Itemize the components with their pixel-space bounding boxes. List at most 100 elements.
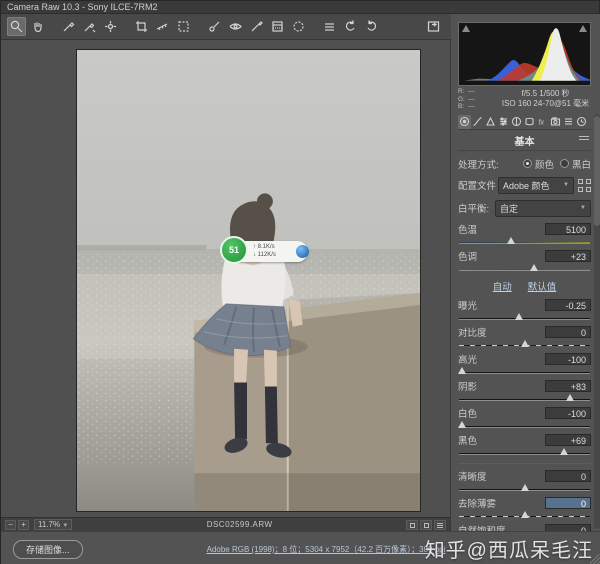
slider-label: 阴影 bbox=[458, 379, 477, 393]
slider-temperature: 色温 5100 bbox=[458, 222, 591, 244]
clarity-value-field[interactable]: 0 bbox=[545, 470, 591, 482]
tint-value-field[interactable]: +23 bbox=[545, 250, 591, 262]
contrast-slider[interactable] bbox=[459, 345, 590, 347]
highlight-clipping-icon[interactable] bbox=[579, 25, 587, 32]
auto-link[interactable]: 自动 bbox=[493, 279, 512, 293]
histogram bbox=[458, 22, 591, 86]
download-speed: ↓ 112K/s bbox=[253, 251, 276, 259]
whites-slider[interactable] bbox=[459, 426, 590, 428]
transform-tool-icon[interactable] bbox=[174, 17, 193, 36]
tab-effects[interactable]: fx bbox=[536, 115, 549, 129]
panel-scrollbar-thumb[interactable] bbox=[594, 116, 600, 226]
red-eye-tool-icon[interactable] bbox=[226, 17, 245, 36]
slider-label: 色调 bbox=[458, 249, 477, 263]
r-value: — bbox=[468, 88, 478, 96]
slider-label: 曝光 bbox=[458, 298, 477, 312]
tab-detail[interactable] bbox=[484, 115, 497, 129]
process-bw-radio[interactable] bbox=[560, 159, 569, 168]
dehaze-slider[interactable] bbox=[459, 516, 590, 518]
highlights-slider[interactable] bbox=[459, 372, 590, 374]
process-mode-row: 处理方式: 颜色 黑白 bbox=[458, 157, 591, 171]
filename-label: DSC02599.ARW bbox=[75, 520, 404, 529]
process-color-label[interactable]: 颜色 bbox=[535, 157, 554, 171]
white-balance-tool-icon[interactable] bbox=[59, 17, 78, 36]
preferences-icon[interactable] bbox=[320, 17, 339, 36]
process-bw-label[interactable]: 黑白 bbox=[572, 157, 591, 171]
shadows-value-field[interactable]: +83 bbox=[545, 380, 591, 392]
spot-removal-tool-icon[interactable] bbox=[205, 17, 224, 36]
hand-tool-icon[interactable] bbox=[28, 17, 47, 36]
dehaze-value-field[interactable]: 0 bbox=[545, 497, 591, 509]
process-color-radio[interactable] bbox=[523, 159, 532, 168]
profile-dropdown[interactable]: Adobe 颜色▼ bbox=[498, 177, 574, 194]
sticker-blue-icon bbox=[296, 245, 309, 258]
blacks-value-field[interactable]: +69 bbox=[545, 434, 591, 446]
svg-text:fx: fx bbox=[539, 120, 545, 127]
tab-tone-curve[interactable] bbox=[471, 115, 484, 129]
white-balance-label: 白平衡: bbox=[458, 201, 495, 215]
g-value: — bbox=[468, 96, 478, 104]
white-balance-row: 白平衡: 自定▼ bbox=[458, 200, 591, 217]
shadows-slider[interactable] bbox=[459, 399, 590, 401]
slider-label: 色温 bbox=[458, 222, 477, 236]
tab-presets[interactable] bbox=[562, 115, 575, 129]
straighten-tool-icon[interactable] bbox=[153, 17, 172, 36]
exposure-value-field[interactable]: -0.25 bbox=[545, 299, 591, 311]
graduated-filter-tool-icon[interactable] bbox=[268, 17, 287, 36]
exif-info: R:— G:— B:— f/5.5 1/500 秒 ISO 160 24-70@… bbox=[458, 88, 591, 111]
preview-toggle-icon[interactable] bbox=[406, 520, 418, 530]
photo-preview[interactable]: ↑ 8.1K/s ↓ 112K/s 51 bbox=[76, 49, 421, 512]
b-value: — bbox=[468, 103, 478, 111]
tab-snapshots[interactable] bbox=[575, 115, 588, 129]
blacks-slider[interactable] bbox=[459, 453, 590, 455]
rotate-left-icon[interactable] bbox=[341, 17, 360, 36]
tab-camera-calibration[interactable] bbox=[549, 115, 562, 129]
shadow-clipping-icon[interactable] bbox=[462, 25, 470, 32]
slider-highlights: 高光-100 bbox=[458, 352, 591, 374]
slider-label: 清晰度 bbox=[458, 469, 487, 483]
adjustment-brush-tool-icon[interactable] bbox=[247, 17, 266, 36]
panel-menu-icon[interactable] bbox=[579, 134, 589, 141]
rotate-right-icon[interactable] bbox=[362, 17, 381, 36]
zoom-out-button[interactable]: − bbox=[5, 520, 16, 530]
toolbar bbox=[1, 14, 451, 40]
tint-slider[interactable] bbox=[459, 269, 590, 271]
adjustments-panel: R:— G:— B:— f/5.5 1/500 秒 ISO 160 24-70@… bbox=[452, 14, 600, 531]
temperature-slider[interactable] bbox=[459, 242, 590, 244]
preview-settings-menu-icon[interactable] bbox=[434, 520, 446, 530]
save-image-button[interactable]: 存储图像... bbox=[13, 540, 83, 559]
resize-grip[interactable] bbox=[590, 554, 600, 564]
white-balance-dropdown[interactable]: 自定▼ bbox=[495, 200, 591, 217]
exposure-slider[interactable] bbox=[459, 318, 590, 320]
zoom-tool-icon[interactable] bbox=[7, 17, 26, 36]
section-divider bbox=[458, 463, 591, 464]
image-canvas-area: ↑ 8.1K/s ↓ 112K/s 51 bbox=[1, 40, 451, 517]
zoom-in-button[interactable]: + bbox=[18, 520, 29, 530]
contrast-value-field[interactable]: 0 bbox=[545, 326, 591, 338]
upload-speed: ↑ 8.1K/s bbox=[253, 243, 276, 251]
crop-tool-icon[interactable] bbox=[132, 17, 151, 36]
zoom-level-select[interactable]: 11.7% ▼ bbox=[34, 519, 72, 530]
temperature-value-field[interactable]: 5100 bbox=[545, 223, 591, 235]
targeted-adjustment-tool-icon[interactable] bbox=[101, 17, 120, 36]
profile-label: 配置文件 bbox=[458, 178, 498, 192]
preview-status-bar: − + 11.7% ▼ DSC02599.ARW bbox=[1, 517, 451, 531]
fullscreen-toggle-icon[interactable] bbox=[424, 17, 443, 36]
workflow-options-link[interactable]: Adobe RGB (1998)；8 位；5304 x 7952（42.2 百万… bbox=[191, 544, 461, 555]
camera-raw-window: Camera Raw 10.3 - Sony ILCE-7RM2 bbox=[0, 0, 600, 564]
clarity-slider[interactable] bbox=[459, 489, 590, 491]
tab-lens-corrections[interactable] bbox=[523, 115, 536, 129]
slider-label: 白色 bbox=[458, 406, 477, 420]
panel-scrollbar[interactable] bbox=[594, 114, 600, 529]
tab-hsl-adjustments[interactable] bbox=[497, 115, 510, 129]
whites-value-field[interactable]: -100 bbox=[545, 407, 591, 419]
default-link[interactable]: 默认值 bbox=[528, 279, 557, 293]
profile-browser-icon[interactable] bbox=[578, 179, 591, 192]
radial-filter-tool-icon[interactable] bbox=[289, 17, 308, 36]
speed-widget-sticker: ↑ 8.1K/s ↓ 112K/s 51 bbox=[220, 236, 312, 266]
tab-split-toning[interactable] bbox=[510, 115, 523, 129]
tab-basic[interactable] bbox=[458, 115, 471, 129]
highlights-value-field[interactable]: -100 bbox=[545, 353, 591, 365]
before-after-toggle-icon[interactable] bbox=[420, 520, 432, 530]
color-sampler-tool-icon[interactable] bbox=[80, 17, 99, 36]
